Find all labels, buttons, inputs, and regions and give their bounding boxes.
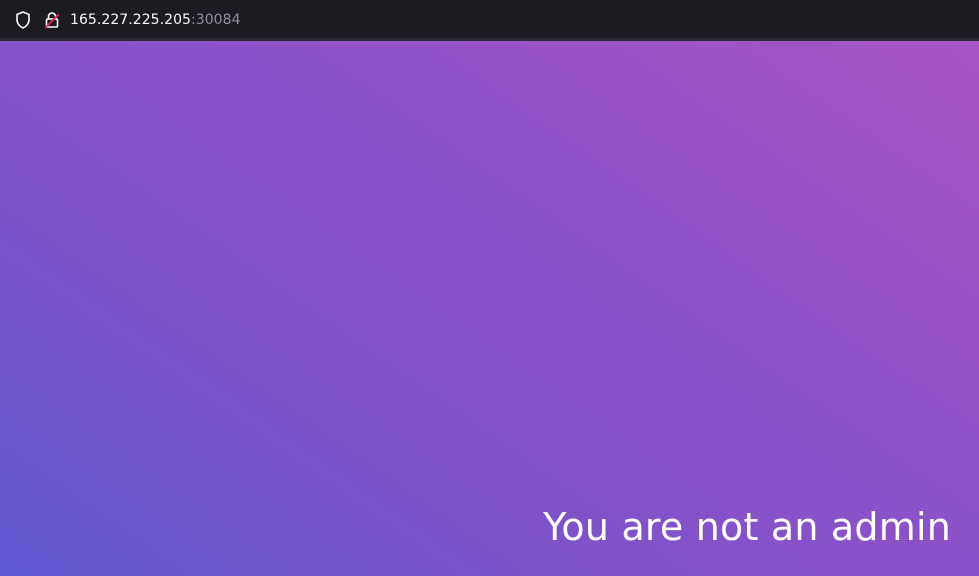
- not-admin-message: You are not an admin: [543, 505, 951, 549]
- url-text[interactable]: 165.227.225.205:30084: [70, 11, 241, 29]
- url-port: :30084: [191, 12, 241, 28]
- page-content: You are not an admin: [0, 41, 979, 576]
- shield-icon[interactable]: [14, 10, 32, 30]
- browser-toolbar: 165.227.225.205:30084: [0, 0, 979, 41]
- url-host: 165.227.225.205: [70, 12, 191, 28]
- insecure-lock-icon[interactable]: [43, 10, 61, 30]
